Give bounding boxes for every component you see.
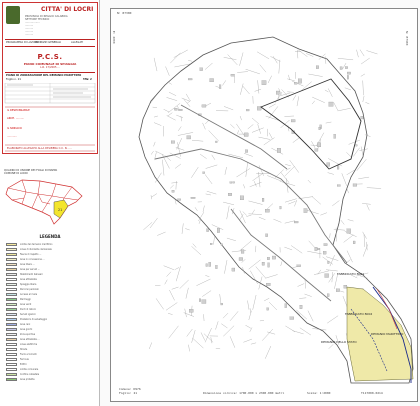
legend-swatch <box>6 283 17 286</box>
legend-swatch <box>6 248 17 251</box>
cadastral-map: N: 87300 E: 4000 N: 87300 Comune: D976 F… <box>110 8 418 402</box>
legend-swatch <box>6 343 17 346</box>
sheet-index-map: 21 <box>5 179 83 225</box>
tab-label: INDIRIZZI GENERALI <box>35 41 62 44</box>
divider <box>5 39 95 40</box>
city-name: CITTA' DI LOCRI <box>41 6 94 13</box>
legend-label: Aree verdi <box>20 302 32 306</box>
legend-swatch <box>6 373 17 376</box>
legend-swatch <box>6 318 17 321</box>
legend-swatch <box>6 328 17 331</box>
legend-label: Zona sportiva <box>20 332 36 336</box>
sheet-code: Foglio n. 21 <box>6 78 22 81</box>
legend-label: Fiumi e torrenti <box>20 352 37 356</box>
legend-swatch <box>6 308 17 311</box>
legend-swatch <box>6 293 17 296</box>
legend-swatch <box>6 258 17 261</box>
legend-label: Aree attrezzate ... <box>20 337 40 341</box>
legend-label: Limite comunale <box>20 367 39 371</box>
red-line: ............ <box>7 135 17 138</box>
legend-swatch <box>6 263 17 266</box>
map-label: FABBRICATO 8002 <box>345 312 372 316</box>
legend-label: Aree in concessione ... <box>20 257 45 261</box>
red-line: IL SINDACO <box>7 127 22 130</box>
map-label: FABBRICATO 8001 <box>337 272 364 276</box>
legend-label: Punti di ristoro <box>20 307 36 311</box>
legend-label: Linee elettriche <box>20 342 38 346</box>
legend-swatch <box>6 338 17 341</box>
inset-title-line: COMUNE DI LOCRI <box>4 172 28 175</box>
legend-title: LEGENDA <box>39 234 61 239</box>
legend-swatch <box>6 348 17 351</box>
legend-label: Aree protette <box>20 377 35 381</box>
legend-label: Strade <box>20 347 28 351</box>
plan-acronym: P.C.S. <box>37 53 63 61</box>
legend-label: Percorsi pedonali <box>20 287 39 291</box>
legend-swatch <box>6 253 17 256</box>
legend-swatch <box>6 358 17 361</box>
legend-swatch <box>6 288 17 291</box>
legend-label: Postazioni di salvataggio <box>20 317 48 321</box>
legend-label: Area giochi <box>20 327 33 331</box>
legend-label: Parcheggi <box>20 297 31 301</box>
legend-label: Accessi al mare <box>20 292 38 296</box>
sheet-title: PIANO DI ZONIZZAZIONE DEL DEMANIO MARITT… <box>6 74 82 77</box>
city-crest-icon <box>6 6 20 24</box>
legend-label: Aree attrezzate <box>20 277 37 281</box>
tav-number: TAV. 2 <box>83 78 92 81</box>
map-sheet: CITTA' DI LOCRI PROVINCIA DI REGGIO CALA… <box>0 0 420 406</box>
legend-swatch <box>6 298 17 301</box>
map-label: DEMANIO DELLO STATO <box>321 340 357 344</box>
map-drawing: FABBRICATO 8001 FABBRICATO 8002 DEMANIO … <box>138 36 414 384</box>
legend-swatch <box>6 313 17 316</box>
legend-label: Area cani <box>20 322 31 326</box>
map-label: DEMANIO MARITTIMO <box>371 332 404 336</box>
bottom-note: ELABORATO ALLEGATO ALLA DELIBERA C.C. N.… <box>7 147 72 150</box>
legend-swatch <box>6 368 17 371</box>
legend-swatch <box>6 303 17 306</box>
legend-swatch <box>6 243 17 246</box>
tab-label: ALLEGATI <box>71 41 84 44</box>
legend-swatch <box>6 268 17 271</box>
legend-swatch <box>6 378 17 381</box>
legend-label: Aree libere ... <box>20 262 35 266</box>
legend-swatch <box>6 363 17 366</box>
plan-law: L.R. 17/2005 ... <box>40 66 60 69</box>
header-line: .......... <box>25 33 34 36</box>
tab-label: PROGRAMMA DI LAVORO <box>6 41 39 44</box>
legend-swatch <box>6 333 17 336</box>
inset-highlight-label: 21 <box>58 208 62 212</box>
legend-label: Aree per servizi ... <box>20 267 40 271</box>
legend-label: Linea di dividente demaniale <box>20 247 52 251</box>
inset-title: QUADRO DI UNIONE DEI FOGLI DI MAPPA COMU… <box>4 169 57 175</box>
legend-label: Spiaggia libera <box>20 282 37 286</box>
divider <box>5 72 95 73</box>
legend-label: Confine catastale <box>20 372 40 376</box>
red-line: ARCH. .......... <box>7 117 25 120</box>
legend-label: Fascia di rispetto ... <box>20 252 42 256</box>
side-panel: CITTA' DI LOCRI PROVINCIA DI REGGIO CALA… <box>0 0 100 406</box>
legend-swatch <box>6 278 17 281</box>
legend-swatch <box>6 353 17 356</box>
legend-swatch <box>6 323 17 326</box>
legend-label: Limite del demanio marittimo <box>20 242 53 246</box>
legend-swatch <box>6 273 17 276</box>
legend-label: Servizi igienici <box>20 312 36 316</box>
divider <box>5 46 95 47</box>
title-block: CITTA' DI LOCRI PROVINCIA DI REGGIO CALA… <box>2 2 98 154</box>
legend-label: Ferrovia <box>20 357 29 361</box>
legend-label: Stabilimenti balneari <box>20 272 43 276</box>
legend-label: Edifici <box>20 362 27 366</box>
red-line: IL RESPONSABILE <box>7 109 30 112</box>
